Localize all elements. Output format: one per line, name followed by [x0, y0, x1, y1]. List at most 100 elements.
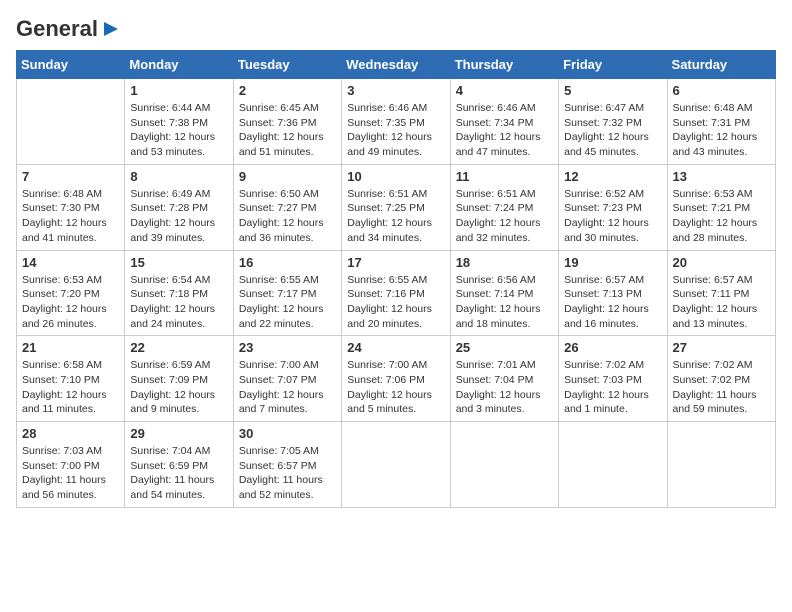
calendar-cell: [342, 422, 450, 508]
day-number: 25: [456, 340, 553, 355]
day-number: 15: [130, 255, 227, 270]
day-number: 29: [130, 426, 227, 441]
day-number: 8: [130, 169, 227, 184]
calendar-cell: 6 Sunrise: 6:48 AM Sunset: 7:31 PM Daylig…: [667, 79, 775, 165]
day-number: 20: [673, 255, 770, 270]
calendar-cell: 23 Sunrise: 7:00 AM Sunset: 7:07 PM Dayli…: [233, 336, 341, 422]
day-details: Sunrise: 6:57 AM Sunset: 7:13 PM Dayligh…: [564, 273, 661, 332]
calendar-cell: 21 Sunrise: 6:58 AM Sunset: 7:10 PM Dayli…: [17, 336, 125, 422]
page-header: General: [16, 16, 776, 38]
day-details: Sunrise: 6:55 AM Sunset: 7:16 PM Dayligh…: [347, 273, 444, 332]
calendar-cell: 13 Sunrise: 6:53 AM Sunset: 7:21 PM Dayli…: [667, 164, 775, 250]
weekday-header-tuesday: Tuesday: [233, 51, 341, 79]
day-details: Sunrise: 6:49 AM Sunset: 7:28 PM Dayligh…: [130, 187, 227, 246]
calendar-cell: 27 Sunrise: 7:02 AM Sunset: 7:02 PM Dayli…: [667, 336, 775, 422]
day-details: Sunrise: 7:00 AM Sunset: 7:07 PM Dayligh…: [239, 358, 336, 417]
calendar-cell: 18 Sunrise: 6:56 AM Sunset: 7:14 PM Dayli…: [450, 250, 558, 336]
day-details: Sunrise: 6:47 AM Sunset: 7:32 PM Dayligh…: [564, 101, 661, 160]
day-details: Sunrise: 6:45 AM Sunset: 7:36 PM Dayligh…: [239, 101, 336, 160]
day-details: Sunrise: 7:05 AM Sunset: 6:57 PM Dayligh…: [239, 444, 336, 503]
day-details: Sunrise: 6:54 AM Sunset: 7:18 PM Dayligh…: [130, 273, 227, 332]
weekday-header-friday: Friday: [559, 51, 667, 79]
weekday-header-wednesday: Wednesday: [342, 51, 450, 79]
day-number: 23: [239, 340, 336, 355]
calendar-cell: 22Sunrise: 6:59 AM Sunset: 7:09 PM Dayli…: [125, 336, 233, 422]
weekday-header-sunday: Sunday: [17, 51, 125, 79]
day-number: 27: [673, 340, 770, 355]
day-number: 3: [347, 83, 444, 98]
calendar-week-1: 1Sunrise: 6:44 AM Sunset: 7:38 PM Daylig…: [17, 79, 776, 165]
day-number: 7: [22, 169, 119, 184]
day-number: 30: [239, 426, 336, 441]
calendar-week-2: 7 Sunrise: 6:48 AM Sunset: 7:30 PM Daylig…: [17, 164, 776, 250]
day-number: 11: [456, 169, 553, 184]
day-number: 19: [564, 255, 661, 270]
day-details: Sunrise: 7:00 AM Sunset: 7:06 PM Dayligh…: [347, 358, 444, 417]
day-number: 5: [564, 83, 661, 98]
day-details: Sunrise: 6:50 AM Sunset: 7:27 PM Dayligh…: [239, 187, 336, 246]
weekday-header-saturday: Saturday: [667, 51, 775, 79]
calendar-cell: [450, 422, 558, 508]
calendar-header: SundayMondayTuesdayWednesdayThursdayFrid…: [17, 51, 776, 79]
calendar-cell: [559, 422, 667, 508]
calendar-cell: 7 Sunrise: 6:48 AM Sunset: 7:30 PM Daylig…: [17, 164, 125, 250]
calendar-cell: 4 Sunrise: 6:46 AM Sunset: 7:34 PM Daylig…: [450, 79, 558, 165]
calendar-cell: 12Sunrise: 6:52 AM Sunset: 7:23 PM Dayli…: [559, 164, 667, 250]
day-details: Sunrise: 7:01 AM Sunset: 7:04 PM Dayligh…: [456, 358, 553, 417]
calendar-week-4: 21 Sunrise: 6:58 AM Sunset: 7:10 PM Dayli…: [17, 336, 776, 422]
calendar-cell: [17, 79, 125, 165]
logo-arrow-icon: [100, 18, 122, 40]
day-details: Sunrise: 6:51 AM Sunset: 7:25 PM Dayligh…: [347, 187, 444, 246]
day-number: 18: [456, 255, 553, 270]
calendar-cell: 25 Sunrise: 7:01 AM Sunset: 7:04 PM Dayli…: [450, 336, 558, 422]
day-details: Sunrise: 6:51 AM Sunset: 7:24 PM Dayligh…: [456, 187, 553, 246]
calendar-week-5: 28 Sunrise: 7:03 AM Sunset: 7:00 PM Dayli…: [17, 422, 776, 508]
day-number: 26: [564, 340, 661, 355]
calendar-cell: 5 Sunrise: 6:47 AM Sunset: 7:32 PM Daylig…: [559, 79, 667, 165]
day-details: Sunrise: 6:48 AM Sunset: 7:30 PM Dayligh…: [22, 187, 119, 246]
day-number: 17: [347, 255, 444, 270]
day-number: 28: [22, 426, 119, 441]
weekday-header-monday: Monday: [125, 51, 233, 79]
day-details: Sunrise: 6:58 AM Sunset: 7:10 PM Dayligh…: [22, 358, 119, 417]
weekday-header-thursday: Thursday: [450, 51, 558, 79]
calendar-cell: 30 Sunrise: 7:05 AM Sunset: 6:57 PM Dayli…: [233, 422, 341, 508]
day-number: 9: [239, 169, 336, 184]
day-details: Sunrise: 7:02 AM Sunset: 7:03 PM Dayligh…: [564, 358, 661, 417]
calendar-cell: 2 Sunrise: 6:45 AM Sunset: 7:36 PM Daylig…: [233, 79, 341, 165]
calendar-cell: 28 Sunrise: 7:03 AM Sunset: 7:00 PM Dayli…: [17, 422, 125, 508]
day-details: Sunrise: 7:03 AM Sunset: 7:00 PM Dayligh…: [22, 444, 119, 503]
day-details: Sunrise: 6:48 AM Sunset: 7:31 PM Dayligh…: [673, 101, 770, 160]
calendar-cell: 11 Sunrise: 6:51 AM Sunset: 7:24 PM Dayli…: [450, 164, 558, 250]
calendar-cell: 24 Sunrise: 7:00 AM Sunset: 7:06 PM Dayli…: [342, 336, 450, 422]
day-number: 24: [347, 340, 444, 355]
day-details: Sunrise: 6:59 AM Sunset: 7:09 PM Dayligh…: [130, 358, 227, 417]
day-details: Sunrise: 6:53 AM Sunset: 7:21 PM Dayligh…: [673, 187, 770, 246]
day-details: Sunrise: 6:46 AM Sunset: 7:34 PM Dayligh…: [456, 101, 553, 160]
day-number: 10: [347, 169, 444, 184]
day-number: 2: [239, 83, 336, 98]
calendar-table: SundayMondayTuesdayWednesdayThursdayFrid…: [16, 50, 776, 508]
calendar-cell: 26 Sunrise: 7:02 AM Sunset: 7:03 PM Dayli…: [559, 336, 667, 422]
day-details: Sunrise: 7:04 AM Sunset: 6:59 PM Dayligh…: [130, 444, 227, 503]
calendar-cell: 10 Sunrise: 6:51 AM Sunset: 7:25 PM Dayli…: [342, 164, 450, 250]
day-number: 6: [673, 83, 770, 98]
logo-general: General: [16, 16, 98, 42]
day-details: Sunrise: 6:56 AM Sunset: 7:14 PM Dayligh…: [456, 273, 553, 332]
calendar-cell: 20Sunrise: 6:57 AM Sunset: 7:11 PM Dayli…: [667, 250, 775, 336]
day-details: Sunrise: 6:55 AM Sunset: 7:17 PM Dayligh…: [239, 273, 336, 332]
calendar-cell: 17 Sunrise: 6:55 AM Sunset: 7:16 PM Dayli…: [342, 250, 450, 336]
day-number: 1: [130, 83, 227, 98]
calendar-cell: 1Sunrise: 6:44 AM Sunset: 7:38 PM Daylig…: [125, 79, 233, 165]
calendar-cell: 15 Sunrise: 6:54 AM Sunset: 7:18 PM Dayli…: [125, 250, 233, 336]
day-number: 21: [22, 340, 119, 355]
calendar-cell: 9 Sunrise: 6:50 AM Sunset: 7:27 PM Daylig…: [233, 164, 341, 250]
day-number: 13: [673, 169, 770, 184]
day-details: Sunrise: 6:53 AM Sunset: 7:20 PM Dayligh…: [22, 273, 119, 332]
day-number: 14: [22, 255, 119, 270]
day-number: 4: [456, 83, 553, 98]
calendar-cell: 8 Sunrise: 6:49 AM Sunset: 7:28 PM Daylig…: [125, 164, 233, 250]
day-details: Sunrise: 7:02 AM Sunset: 7:02 PM Dayligh…: [673, 358, 770, 417]
day-details: Sunrise: 6:52 AM Sunset: 7:23 PM Dayligh…: [564, 187, 661, 246]
calendar-cell: 3Sunrise: 6:46 AM Sunset: 7:35 PM Daylig…: [342, 79, 450, 165]
